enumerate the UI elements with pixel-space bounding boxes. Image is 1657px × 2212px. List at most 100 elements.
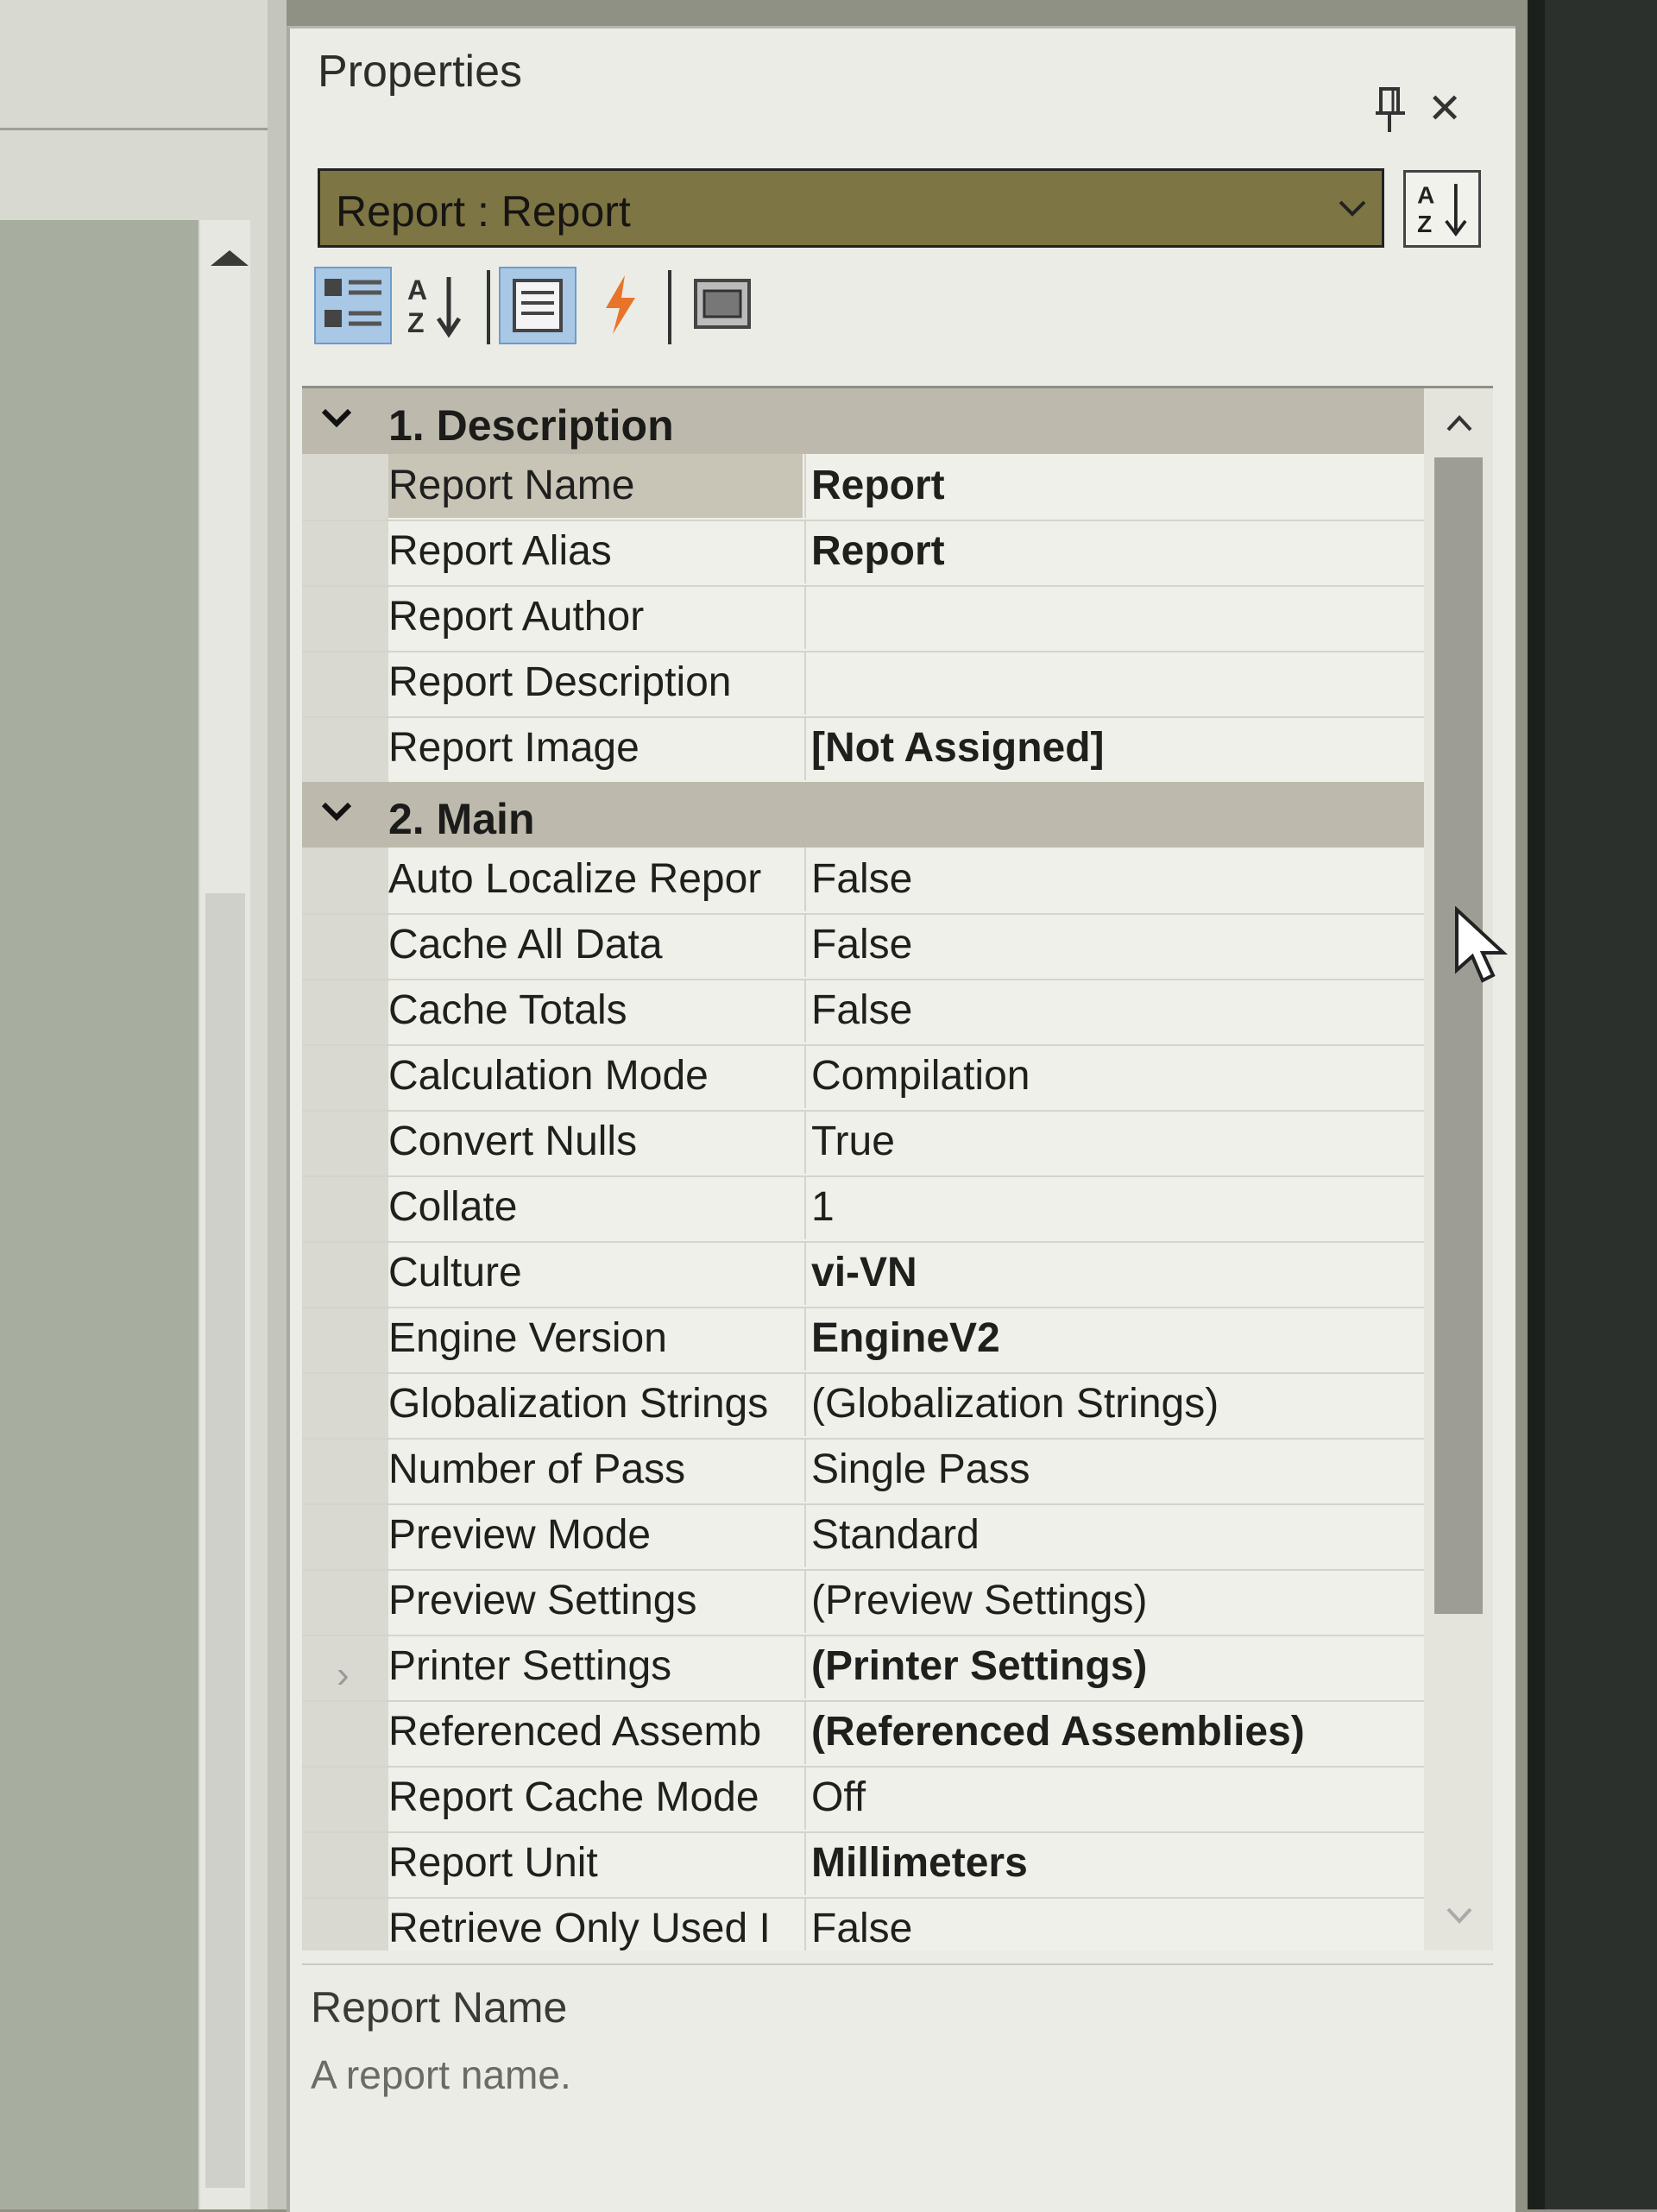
property-name: Report Cache Mode — [388, 1774, 759, 1820]
bezel-shadow — [1528, 0, 1545, 2209]
categorized-view-icon[interactable] — [314, 267, 392, 344]
property-row[interactable]: Retrieve Only Used I False — [302, 1897, 1424, 1950]
property-row-report-author[interactable]: Report Author — [302, 585, 1424, 652]
property-name: Report Author — [388, 594, 645, 640]
column-divider — [804, 585, 806, 649]
workspace-scrollbar-thumb[interactable] — [205, 893, 245, 2188]
property-row[interactable]: Number of Pass Single Pass — [302, 1438, 1424, 1505]
category-label: 2. Main — [388, 795, 535, 843]
property-value[interactable]: (Printer Settings) — [811, 1635, 1407, 1698]
property-name: Report Name — [388, 454, 803, 518]
pin-icon[interactable] — [1374, 85, 1408, 134]
column-divider — [804, 979, 806, 1043]
grid-scrollbar[interactable] — [1424, 388, 1493, 1950]
property-grid: 1. Description Report Name Report Report… — [302, 386, 1493, 1950]
column-divider — [804, 1241, 806, 1305]
property-value[interactable]: False — [811, 913, 1407, 977]
property-value[interactable]: vi-VN — [811, 1241, 1407, 1305]
property-row[interactable]: Globalization Strings (Globalization Str… — [302, 1372, 1424, 1440]
close-icon[interactable]: ✕ — [1427, 89, 1462, 130]
properties-tab-icon[interactable] — [499, 267, 576, 344]
column-divider — [804, 454, 806, 518]
property-name: Preview Settings — [388, 1578, 697, 1623]
grid-scrollbar-thumb[interactable] — [1434, 457, 1483, 1614]
chevron-down-icon[interactable] — [321, 407, 352, 428]
property-value[interactable]: (Preview Settings) — [811, 1569, 1407, 1633]
property-name: Number of Pass — [388, 1446, 686, 1492]
chevron-down-icon[interactable] — [321, 801, 352, 822]
property-row-report-name[interactable]: Report Name Report — [302, 454, 1424, 521]
workspace-scrollbar[interactable] — [200, 220, 250, 2209]
property-value[interactable]: 1 — [811, 1175, 1407, 1239]
svg-text:A: A — [407, 274, 427, 306]
property-name: Report Alias — [388, 528, 612, 574]
property-value[interactable]: EngineV2 — [811, 1307, 1407, 1371]
property-row[interactable]: Engine Version EngineV2 — [302, 1307, 1424, 1374]
property-value[interactable]: Report — [811, 454, 1407, 518]
property-row-report-alias[interactable]: Report Alias Report — [302, 520, 1424, 587]
property-row[interactable]: Referenced Assemb (Referenced Assemblies… — [302, 1700, 1424, 1768]
scroll-up-arrow-icon[interactable] — [211, 250, 249, 266]
property-row[interactable]: Culture vi-VN — [302, 1241, 1424, 1308]
property-row[interactable]: Calculation Mode Compilation — [302, 1044, 1424, 1112]
category-row-description[interactable]: 1. Description — [302, 388, 1424, 454]
property-row-report-image[interactable]: Report Image [Not Assigned] — [302, 716, 1424, 784]
sort-az-icon[interactable]: A Z — [1403, 170, 1481, 248]
property-row[interactable]: Preview Mode Standard — [302, 1503, 1424, 1571]
property-name: Convert Nulls — [388, 1119, 638, 1164]
column-divider — [804, 1569, 806, 1633]
property-row[interactable]: › Printer Settings (Printer Settings) — [302, 1635, 1424, 1702]
mouse-pointer-icon — [1455, 906, 1509, 983]
property-value[interactable]: Compilation — [811, 1044, 1407, 1108]
chevron-down-icon — [1339, 200, 1366, 217]
toolbar-separator — [668, 270, 671, 344]
sort-alphabetical-icon[interactable]: A Z — [400, 267, 478, 344]
property-value[interactable] — [811, 651, 1407, 715]
property-row[interactable]: Preview Settings (Preview Settings) — [302, 1569, 1424, 1636]
property-row[interactable]: Collate 1 — [302, 1175, 1424, 1243]
scroll-down-icon[interactable] — [1446, 1907, 1472, 1925]
toolbar-separator — [487, 270, 490, 344]
property-row[interactable]: Cache All Data False — [302, 913, 1424, 980]
scroll-up-icon[interactable] — [1446, 414, 1472, 432]
category-label: 1. Description — [388, 401, 674, 450]
property-row[interactable]: Report Unit Millimeters — [302, 1831, 1424, 1899]
property-value[interactable]: False — [811, 1897, 1407, 1950]
svg-text:Z: Z — [1417, 211, 1432, 237]
property-value[interactable]: True — [811, 1110, 1407, 1174]
category-row-main[interactable]: 2. Main — [302, 782, 1424, 848]
property-pages-icon[interactable] — [685, 267, 763, 344]
property-value[interactable]: Single Pass — [811, 1438, 1407, 1502]
property-value[interactable]: (Referenced Assemblies) — [811, 1700, 1407, 1764]
property-name: Report Unit — [388, 1840, 598, 1886]
property-row-report-description[interactable]: Report Description — [302, 651, 1424, 718]
chevron-right-icon[interactable]: › — [337, 1654, 350, 1697]
property-name: Auto Localize Repor — [388, 856, 762, 902]
property-row[interactable]: Cache Totals False — [302, 979, 1424, 1046]
report-canvas[interactable] — [0, 220, 198, 2209]
object-selector-dropdown[interactable]: Report : Report — [318, 168, 1384, 248]
property-value[interactable]: Off — [811, 1766, 1407, 1830]
property-row[interactable]: Convert Nulls True — [302, 1110, 1424, 1177]
column-divider — [804, 716, 806, 780]
property-value[interactable]: False — [811, 848, 1407, 911]
property-value[interactable]: False — [811, 979, 1407, 1043]
property-value[interactable] — [811, 585, 1407, 649]
property-row[interactable]: Report Cache Mode Off — [302, 1766, 1424, 1833]
property-value[interactable]: Standard — [811, 1503, 1407, 1567]
property-value[interactable]: Millimeters — [811, 1831, 1407, 1895]
property-row[interactable]: Auto Localize Repor False — [302, 848, 1424, 915]
object-selector-value: Report : Report — [336, 187, 631, 236]
property-value[interactable]: Report — [811, 520, 1407, 583]
events-lightning-icon[interactable] — [583, 267, 661, 344]
property-description-panel: Report Name A report name. — [302, 1963, 1493, 2172]
column-divider — [804, 1307, 806, 1371]
column-divider — [804, 520, 806, 583]
description-text: A report name. — [311, 2052, 571, 2097]
property-value[interactable]: (Globalization Strings) — [811, 1372, 1407, 1436]
property-value[interactable]: [Not Assigned] — [811, 716, 1407, 780]
column-divider — [804, 1700, 806, 1764]
column-divider — [804, 1372, 806, 1436]
description-title: Report Name — [311, 1983, 568, 2032]
designer-workspace — [0, 0, 287, 2209]
